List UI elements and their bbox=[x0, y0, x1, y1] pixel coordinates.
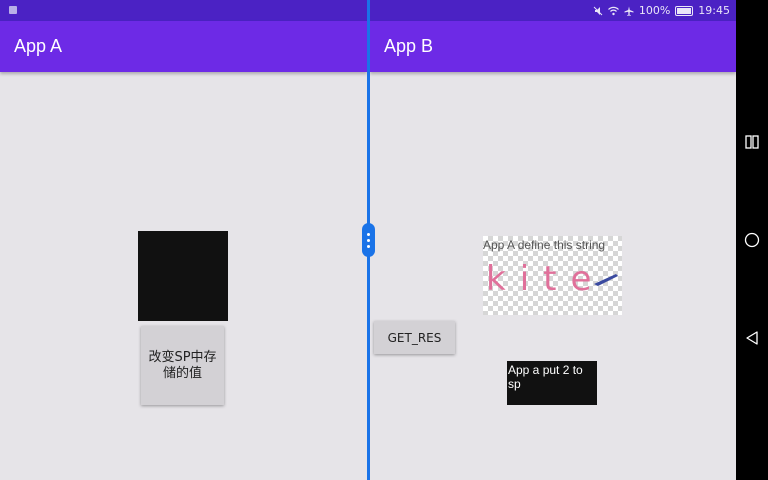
app-b-title: App B bbox=[384, 36, 434, 56]
clock: 19:45 bbox=[698, 4, 730, 17]
app-a-title: App A bbox=[14, 36, 63, 56]
multi-window-icon[interactable] bbox=[744, 134, 760, 150]
battery-icon bbox=[675, 5, 694, 16]
mute-icon bbox=[593, 6, 603, 15]
airplane-icon bbox=[624, 6, 634, 16]
app-a-toolbar: App A bbox=[0, 21, 367, 72]
divider-drag-handle[interactable] bbox=[362, 223, 375, 257]
home-icon[interactable] bbox=[744, 232, 760, 248]
result-text-view: App a put 2 to sp bbox=[507, 361, 597, 405]
app-a-image-view bbox=[138, 231, 228, 321]
kite-word: kite bbox=[486, 259, 605, 299]
back-icon[interactable] bbox=[744, 330, 760, 346]
get-res-button[interactable]: GET_RES bbox=[374, 321, 455, 354]
change-sp-value-button[interactable]: 改变SP中存储的值 bbox=[141, 326, 224, 405]
notification-icon bbox=[9, 6, 17, 14]
image-caption: App A define this string bbox=[483, 238, 606, 252]
battery-percentage: 100% bbox=[638, 4, 671, 17]
wifi-icon bbox=[607, 6, 619, 15]
navigation-bar bbox=[736, 0, 768, 480]
status-icons: 100% 19:45 bbox=[593, 4, 730, 17]
kite-lettering: kite bbox=[486, 259, 618, 299]
app-b-toolbar: App B bbox=[370, 21, 736, 72]
